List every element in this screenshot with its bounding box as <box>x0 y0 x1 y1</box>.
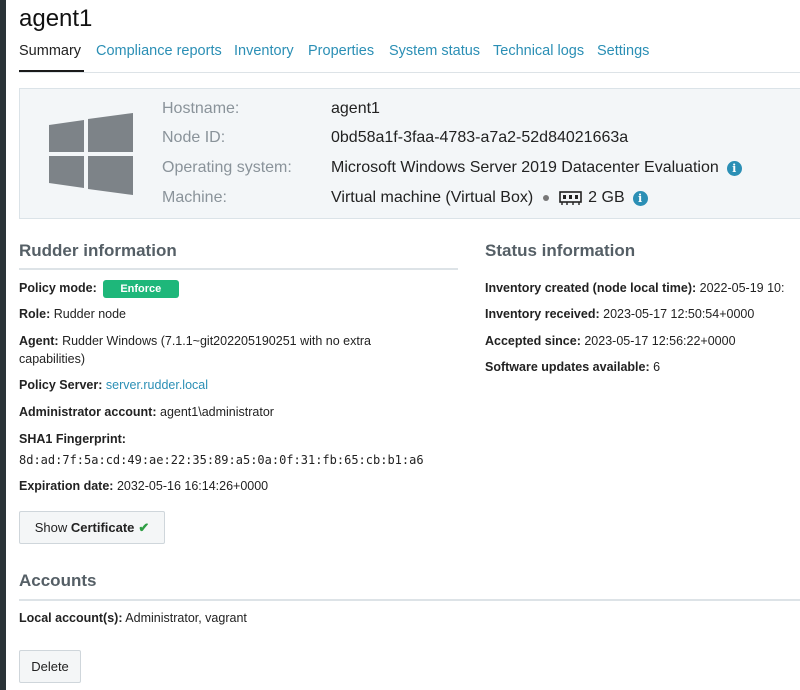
agent-value: Rudder Windows (7.1.1~git202205190251 wi… <box>62 334 371 348</box>
inventory-created-label: Inventory created (node local time): <box>485 281 697 295</box>
policy-server-field: Policy Server: server.rudder.local <box>19 376 208 394</box>
agent-value-continued: capabilities) <box>19 352 86 366</box>
admin-account-field: Administrator account: agent1\administra… <box>19 403 274 421</box>
hostname-value: agent1 <box>331 100 380 117</box>
show-certificate-bold: Certificate <box>70 520 135 535</box>
expiration-field: Expiration date: 2032-05-16 16:14:26+000… <box>19 477 268 495</box>
accounts-divider <box>19 599 800 601</box>
inventory-created-field: Inventory created (node local time): 202… <box>485 279 800 297</box>
agent-label: Agent: <box>19 334 59 348</box>
check-icon: ✔ <box>138 520 150 535</box>
separator-dot <box>543 195 550 201</box>
hostname-label: Hostname: <box>162 100 240 117</box>
tab-bar: Summary Compliance reports Inventory Pro… <box>19 43 800 71</box>
policy-server-link[interactable]: server.rudder.local <box>106 378 208 392</box>
tab-compliance-reports[interactable]: Compliance reports <box>96 43 222 59</box>
local-accounts-label: Local account(s): <box>19 611 123 625</box>
machine-value-wrap: Virtual machine (Virtual Box) 2 GB i <box>331 189 648 207</box>
policy-server-label: Policy Server: <box>19 378 103 392</box>
os-value: Microsoft Windows Server 2019 Datacenter… <box>331 159 719 176</box>
sha1-label: SHA1 Fingerprint: <box>19 432 126 446</box>
app-sidebar-edge <box>0 0 6 690</box>
tab-properties[interactable]: Properties <box>308 43 374 59</box>
show-certificate-button[interactable]: Show Certificate ✔ <box>19 511 165 544</box>
policy-mode-field: Policy mode: Enforce <box>19 279 179 298</box>
expiration-value: 2032-05-16 16:14:26+0000 <box>116 479 269 493</box>
software-updates-label: Software updates available: <box>485 360 650 374</box>
role-label: Role: <box>19 307 51 321</box>
admin-account-value: agent1\administrator <box>160 405 274 419</box>
inventory-received-field: Inventory received: 2023-05-17 12:50:54+… <box>485 305 800 323</box>
role-value: Rudder node <box>53 307 127 321</box>
expiration-label: Expiration date: <box>19 479 114 493</box>
software-updates-value: 6 <box>653 360 661 374</box>
inventory-received-value: 2023-05-17 12:50:54+0000 <box>603 307 755 321</box>
local-accounts-field: Local account(s): Administrator, vagrant <box>19 609 247 627</box>
memory-icon <box>559 191 582 205</box>
node-id-label: Node ID: <box>162 129 226 146</box>
tab-system-status[interactable]: System status <box>389 43 480 59</box>
accounts-title: Accounts <box>19 571 97 590</box>
tab-technical-logs[interactable]: Technical logs <box>493 43 584 59</box>
delete-button[interactable]: Delete <box>19 650 81 683</box>
rudder-information-divider <box>19 268 458 270</box>
accepted-since-field: Accepted since: 2023-05-17 12:56:22+0000 <box>485 332 800 350</box>
page-title: agent1 <box>19 5 93 32</box>
sha1-label-field: SHA1 Fingerprint: <box>19 430 126 448</box>
rudder-information-title: Rudder information <box>19 241 177 260</box>
node-id-value: 0bd58a1f-3faa-4783-a7a2-52d84021663a <box>331 129 629 146</box>
inventory-created-value: 2022-05-19 10: <box>699 281 785 295</box>
tab-inventory[interactable]: Inventory <box>234 43 294 59</box>
software-updates-field: Software updates available: 6 <box>485 358 800 376</box>
windows-logo-icon <box>49 113 133 195</box>
ram-value: 2 GB <box>588 189 625 206</box>
policy-mode-label: Policy mode: <box>19 281 97 295</box>
machine-info-icon[interactable]: i <box>632 190 648 206</box>
machine-label: Machine: <box>162 189 227 206</box>
accepted-since-label: Accepted since: <box>485 334 581 348</box>
sha1-fingerprint-value: 8d:ad:7f:5a:cd:49:ae:22:35:89:a5:0a:0f:3… <box>19 453 424 467</box>
tabs-divider <box>19 72 800 73</box>
tab-summary[interactable]: Summary <box>19 43 81 59</box>
tab-settings[interactable]: Settings <box>597 43 649 59</box>
admin-account-label: Administrator account: <box>19 405 157 419</box>
agent-field: Agent: Rudder Windows (7.1.1~git20220519… <box>19 332 371 368</box>
status-information-title: Status information <box>485 241 636 260</box>
policy-mode-badge: Enforce <box>102 279 179 298</box>
inventory-received-label: Inventory received: <box>485 307 600 321</box>
os-label: Operating system: <box>162 159 292 176</box>
node-summary-panel: Hostname: agent1 Node ID: 0bd58a1f-3faa-… <box>19 88 800 219</box>
machine-value: Virtual machine (Virtual Box) <box>331 189 534 206</box>
local-accounts-value: Administrator, vagrant <box>125 611 247 625</box>
accepted-since-value: 2023-05-17 12:56:22+0000 <box>584 334 736 348</box>
os-value-wrap: Microsoft Windows Server 2019 Datacenter… <box>331 159 742 177</box>
os-info-icon[interactable]: i <box>726 160 742 176</box>
role-field: Role: Rudder node <box>19 305 126 323</box>
show-certificate-prefix: Show <box>34 520 71 535</box>
